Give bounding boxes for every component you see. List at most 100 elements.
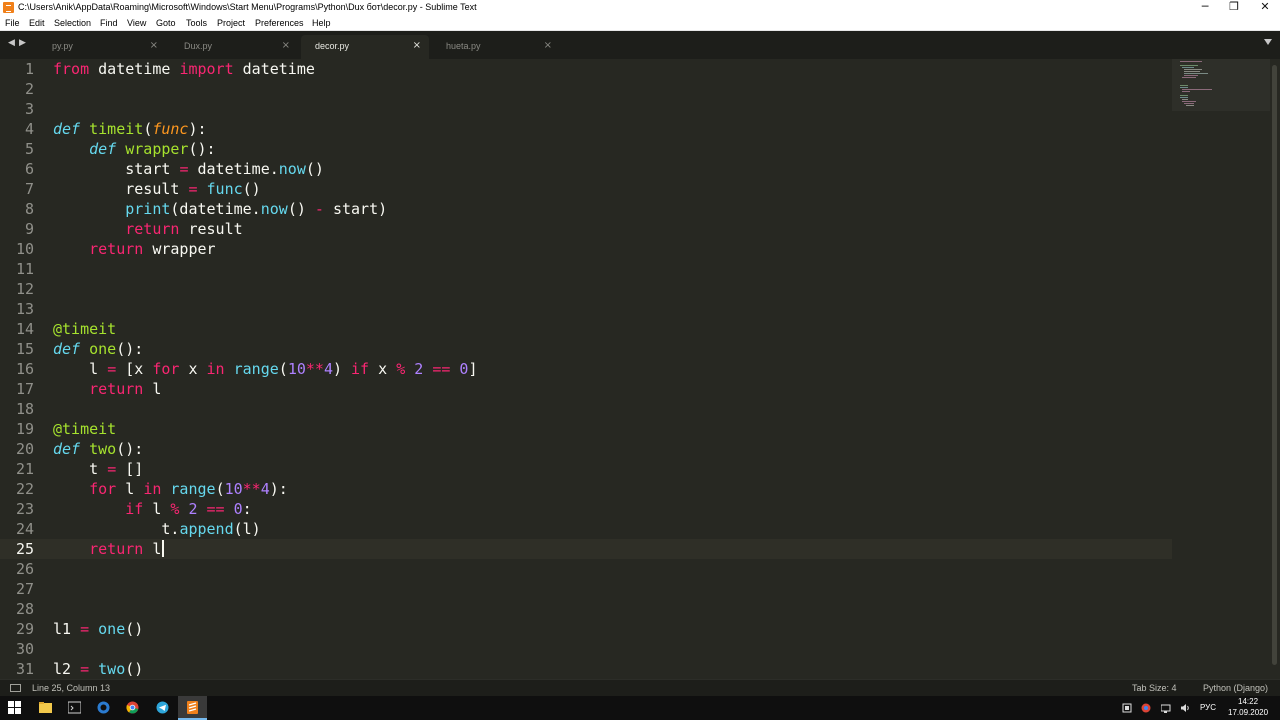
code-line: return result [125,220,243,238]
code-line: if l % 2 == 0: [125,500,252,518]
line-number: 19 [15,420,34,438]
code-line-current: return l [53,539,165,559]
line-number: 18 [15,400,34,418]
restore-button[interactable]: ❐ [1219,0,1249,15]
taskbar-telegram[interactable] [148,696,177,720]
code-editor[interactable]: 1 2 3 4 5 6 7 8 9 10 11 12 13 14 15 16 1… [0,59,1280,679]
status-bar: Line 25, Column 13 Tab Size: 4 Python (D… [0,679,1280,696]
menu-selection[interactable]: Selection [54,16,91,30]
line-number: 14 [15,320,34,338]
tab-label: Dux.py [184,41,213,51]
menu-file[interactable]: File [5,16,20,30]
tab-list-dropdown-icon[interactable] [1264,39,1272,45]
tray-chrome-icon[interactable] [1141,703,1151,713]
tab-py-py[interactable]: py.py × [38,35,166,59]
folder-icon [39,702,52,713]
close-button[interactable]: ✕ [1250,0,1280,15]
line-number: 27 [15,580,34,598]
clock-time[interactable]: 14:22 [1238,697,1258,706]
sublime-text-icon [187,701,198,714]
menu-preferences[interactable]: Preferences [255,16,304,30]
menu-view[interactable]: View [127,16,146,30]
menu-edit[interactable]: Edit [29,16,45,30]
tab-close-icon[interactable]: × [150,40,158,51]
globe-icon [97,701,110,714]
line-number: 26 [15,560,34,578]
code-line: @timeit [53,320,117,338]
code-line: def one(): [53,340,144,358]
volume-icon[interactable] [1180,703,1190,713]
tab-size-selector[interactable]: Tab Size: 4 [1132,683,1177,693]
line-number: 12 [15,280,34,298]
code-line: result = func() [125,180,261,198]
tab-hueta-py[interactable]: hueta.py × [432,35,560,59]
taskbar-sublime-text[interactable] [178,696,207,720]
menu-goto[interactable]: Goto [156,16,176,30]
tray-app-icon[interactable] [1122,703,1132,713]
tab-dux-py[interactable]: Dux.py × [170,35,298,59]
input-language[interactable]: РУС [1200,703,1216,712]
menu-help[interactable]: Help [312,16,331,30]
taskbar-terminal[interactable] [60,696,89,720]
line-number: 11 [15,260,34,278]
current-line-highlight [0,539,1172,559]
windows-logo-icon [8,701,21,714]
cursor-position: Line 25, Column 13 [32,683,111,693]
tab-close-icon[interactable]: × [544,40,552,51]
minimize-button[interactable]: ─ [1190,0,1220,15]
code-line: for l in range(10**4): [89,480,288,498]
line-number: 22 [15,480,34,498]
taskbar-file-explorer[interactable] [31,696,60,720]
line-number: 16 [15,360,34,378]
terminal-icon [68,701,81,714]
tab-close-icon[interactable]: × [413,40,421,51]
windows-taskbar: РУС 14:22 17.09.2020 [0,696,1280,720]
tab-label: hueta.py [446,41,481,51]
code-line: @timeit [53,420,117,438]
code-line: start = datetime.now() [125,160,324,178]
code-line: l2 = two() [53,660,144,678]
taskbar-chrome[interactable] [118,696,147,720]
line-number-current: 25 [15,540,34,558]
line-number: 23 [15,500,34,518]
telegram-icon [156,701,169,714]
tab-close-icon[interactable]: × [282,40,290,51]
line-number: 10 [15,240,34,258]
code-line: l = [x for x in range(10**4) if x % 2 ==… [89,360,478,378]
code-line: def timeit(func): [53,120,207,138]
vertical-scrollbar[interactable] [1272,65,1277,665]
line-number: 1 [24,60,34,78]
tab-bar: ◀ ▶ py.py × Dux.py × decor.py × hueta.py… [0,31,1280,59]
code-line: print(datetime.now() - start) [125,200,388,218]
menu-project[interactable]: Project [217,16,245,30]
code-line: return wrapper [89,240,216,258]
menu-find[interactable]: Find [100,16,118,30]
code-line: l1 = one() [53,620,144,638]
network-icon[interactable] [1161,703,1171,713]
taskbar-app[interactable] [89,696,118,720]
line-number: 6 [24,160,34,178]
line-number: 21 [15,460,34,478]
line-number: 28 [15,600,34,618]
title-bar: C:\Users\Anik\AppData\Roaming\Microsoft\… [0,0,1280,15]
code-line: t.append(l) [161,520,261,538]
tab-back-icon[interactable]: ◀ [8,38,15,48]
minimap[interactable] [1172,59,1270,679]
menu-tools[interactable]: Tools [186,16,207,30]
panel-toggle-icon[interactable] [10,684,21,692]
line-number: 20 [15,440,34,458]
tab-forward-icon[interactable]: ▶ [19,38,26,48]
line-number: 3 [24,100,34,118]
sublime-app-icon [3,2,14,13]
line-number: 29 [15,620,34,638]
line-number: 7 [24,180,34,198]
code-line: return l [89,380,162,398]
tab-decor-py[interactable]: decor.py × [301,35,429,59]
text-cursor [162,540,165,557]
clock-date[interactable]: 17.09.2020 [1228,708,1268,717]
start-button[interactable] [0,696,29,720]
syntax-selector[interactable]: Python (Django) [1203,683,1268,693]
chrome-icon [126,701,139,714]
line-number: 4 [24,120,34,138]
line-number: 31 [15,660,34,678]
